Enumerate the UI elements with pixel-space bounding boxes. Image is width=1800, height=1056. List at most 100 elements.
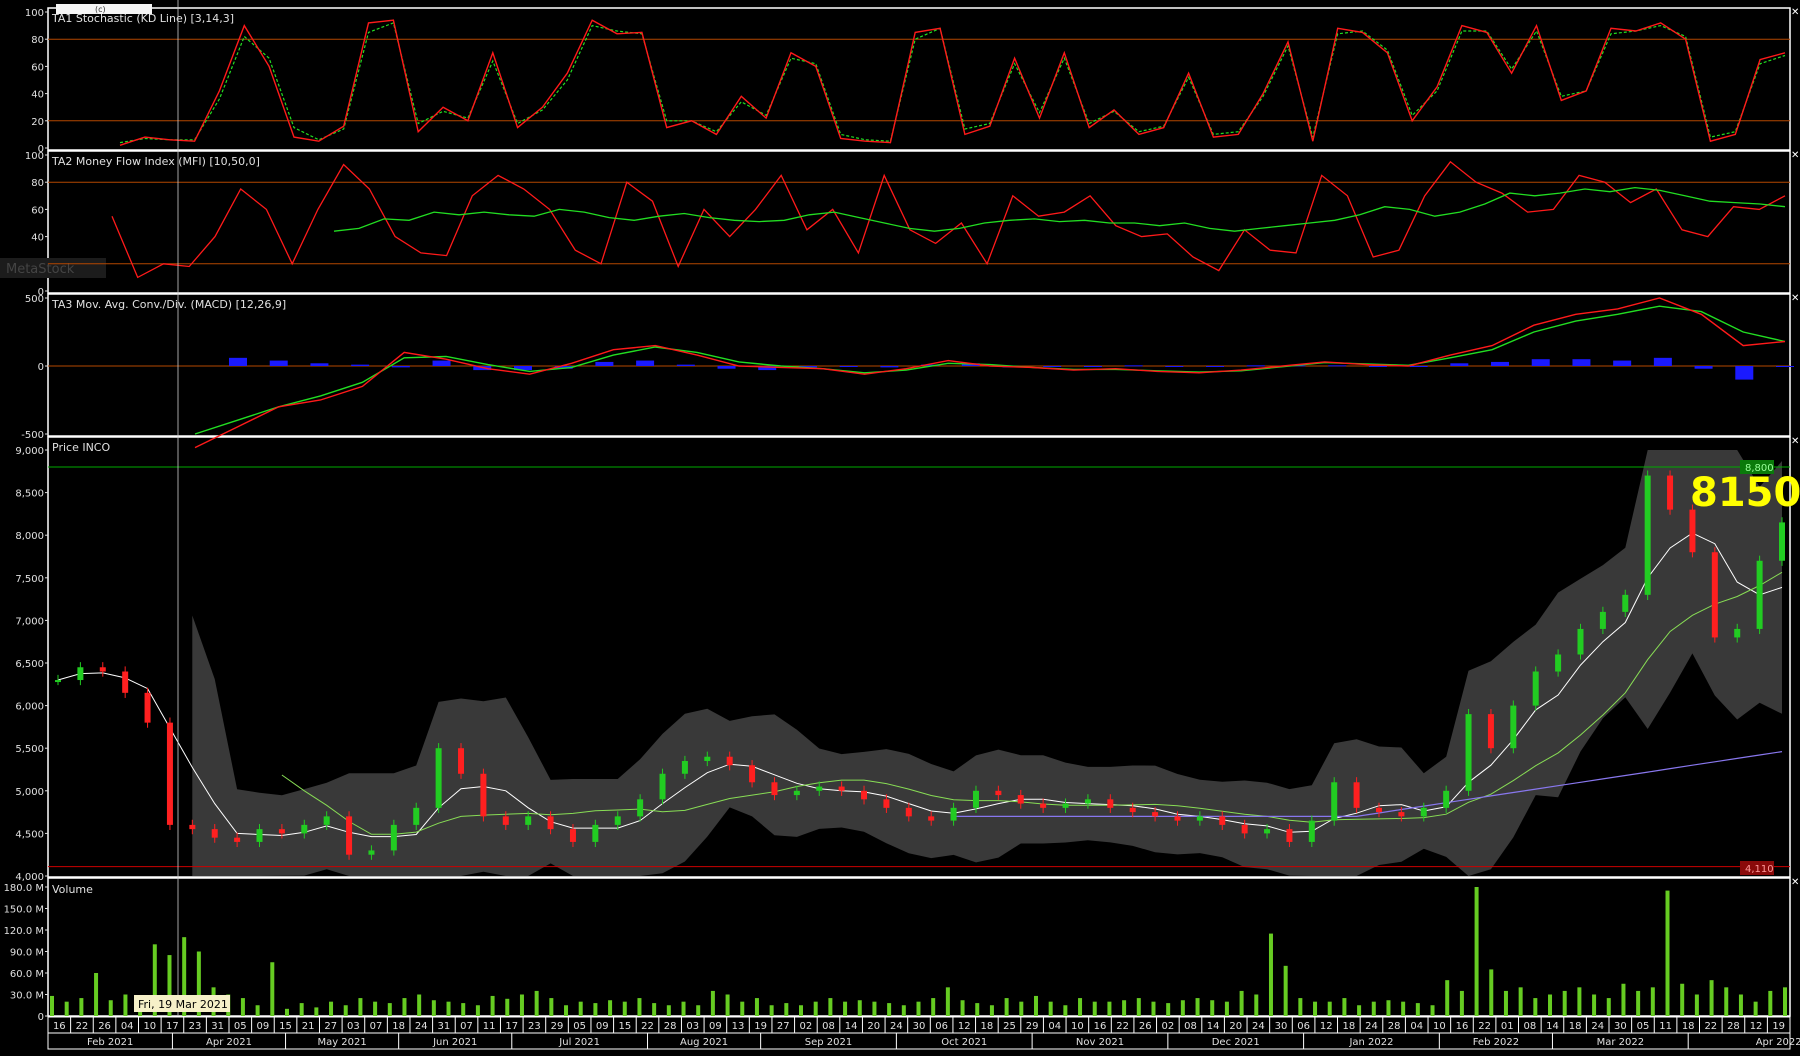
volume-bar[interactable] <box>1122 1000 1127 1016</box>
volume-bar[interactable] <box>123 994 128 1017</box>
volume-bar[interactable] <box>505 998 510 1016</box>
candle-body[interactable] <box>928 816 935 821</box>
volume-bar[interactable] <box>1474 887 1479 1016</box>
candle-body[interactable] <box>458 748 465 774</box>
candle-body[interactable] <box>1756 560 1763 629</box>
volume-panel-frame[interactable] <box>47 877 1791 1017</box>
candle-body[interactable] <box>861 790 868 800</box>
candle-body[interactable] <box>99 667 106 672</box>
candle-body[interactable] <box>166 722 173 825</box>
volume-bar[interactable] <box>1210 1000 1215 1016</box>
volume-bar[interactable] <box>431 1000 436 1016</box>
volume-bar[interactable] <box>519 994 524 1017</box>
volume-bar[interactable] <box>931 998 936 1016</box>
candle-body[interactable] <box>659 773 666 800</box>
volume-bar[interactable] <box>945 987 950 1016</box>
volume-bar[interactable] <box>1445 980 1450 1016</box>
volume-bar[interactable] <box>1548 994 1553 1017</box>
volume-bar[interactable] <box>1518 987 1523 1016</box>
candle-body[interactable] <box>1420 807 1427 817</box>
volume-bar[interactable] <box>402 998 407 1016</box>
candle-body[interactable] <box>614 816 621 825</box>
volume-bar[interactable] <box>1694 994 1699 1017</box>
volume-bar[interactable] <box>1738 994 1743 1017</box>
candle-body[interactable] <box>435 748 442 808</box>
volume-bar[interactable] <box>1151 1001 1156 1016</box>
volume-bar[interactable] <box>652 1003 657 1016</box>
volume-bar[interactable] <box>1283 965 1288 1016</box>
candle-body[interactable] <box>1264 829 1271 834</box>
candle-body[interactable] <box>547 816 554 830</box>
volume-bar[interactable] <box>989 1005 994 1016</box>
volume-bar[interactable] <box>564 1005 569 1016</box>
candle-body[interactable] <box>1286 829 1293 842</box>
volume-bar[interactable] <box>1342 998 1347 1016</box>
volume-bar[interactable] <box>1048 1001 1053 1016</box>
candle-body[interactable] <box>995 790 1002 796</box>
volume-bar[interactable] <box>1709 980 1714 1016</box>
macd-close-icon[interactable]: ✕ <box>1791 293 1799 304</box>
candle-body[interactable] <box>1711 552 1718 638</box>
candle-body[interactable] <box>838 786 845 791</box>
volume-bar[interactable] <box>740 1001 745 1016</box>
volume-bar[interactable] <box>681 1001 686 1016</box>
candle-body[interactable] <box>637 799 644 817</box>
candle-body[interactable] <box>1555 654 1562 672</box>
candle-body[interactable] <box>480 773 487 817</box>
volume-bar[interactable] <box>1562 990 1567 1016</box>
candle-body[interactable] <box>1734 628 1741 638</box>
volume-bar[interactable] <box>343 1005 348 1016</box>
volume-bar[interactable] <box>1533 998 1538 1016</box>
candle-body[interactable] <box>905 807 912 817</box>
volume-bar[interactable] <box>1386 1000 1391 1016</box>
volume-bar[interactable] <box>387 1003 392 1016</box>
candle-body[interactable] <box>1599 611 1606 629</box>
volume-bar[interactable] <box>108 1000 113 1016</box>
volume-bar[interactable] <box>725 994 730 1017</box>
candle-body[interactable] <box>681 760 688 774</box>
candle-body[interactable] <box>502 816 509 825</box>
volume-bar[interactable] <box>901 1005 906 1016</box>
candle-body[interactable] <box>1174 816 1181 821</box>
volume-bar[interactable] <box>358 998 363 1016</box>
volume-bar[interactable] <box>1768 990 1773 1016</box>
mfi-panel-frame[interactable] <box>47 150 1791 294</box>
candle-body[interactable] <box>1353 782 1360 808</box>
candle-body[interactable] <box>189 824 196 830</box>
volume-bar[interactable] <box>1489 969 1494 1016</box>
candle-body[interactable] <box>323 816 330 825</box>
volume-bar[interactable] <box>975 1003 980 1016</box>
stochastic-panel-frame[interactable] <box>47 7 1791 151</box>
volume-bar[interactable] <box>1650 987 1655 1016</box>
volume-bar[interactable] <box>1166 1003 1171 1016</box>
volume-bar[interactable] <box>1753 1001 1758 1016</box>
candle-body[interactable] <box>1308 820 1315 842</box>
volume-bar[interactable] <box>373 1001 378 1016</box>
volume-bar[interactable] <box>1401 1001 1406 1016</box>
stock-chart[interactable]: 100806040200✕100806040200✕5000-500✕9,000… <box>0 0 1800 1052</box>
candle-body[interactable] <box>1510 705 1517 749</box>
volume-bar[interactable] <box>446 1001 451 1016</box>
volume-bar[interactable] <box>916 1001 921 1016</box>
candle-body[interactable] <box>1779 522 1785 561</box>
volume-bar[interactable] <box>696 1005 701 1016</box>
candle-body[interactable] <box>346 816 353 855</box>
volume-bar[interactable] <box>593 1003 598 1016</box>
volume-bar[interactable] <box>50 995 54 1016</box>
candle-body[interactable] <box>816 786 823 791</box>
volume-bar[interactable] <box>270 962 275 1016</box>
candle-body[interactable] <box>1487 714 1494 749</box>
mfi-close-icon[interactable]: ✕ <box>1791 150 1799 161</box>
volume-bar[interactable] <box>417 994 422 1017</box>
candle-body[interactable] <box>1375 807 1382 813</box>
candle-body[interactable] <box>1219 816 1226 825</box>
candle-body[interactable] <box>144 692 151 723</box>
volume-bar[interactable] <box>1224 1001 1229 1016</box>
candle-body[interactable] <box>1129 807 1136 813</box>
volume-bar[interactable] <box>1092 1001 1097 1016</box>
volume-bar[interactable] <box>1621 983 1626 1016</box>
volume-bar[interactable] <box>578 1001 583 1016</box>
candle-body[interactable] <box>1465 714 1472 791</box>
macd-panel-frame[interactable] <box>47 293 1791 437</box>
candle-body[interactable] <box>1084 799 1091 804</box>
